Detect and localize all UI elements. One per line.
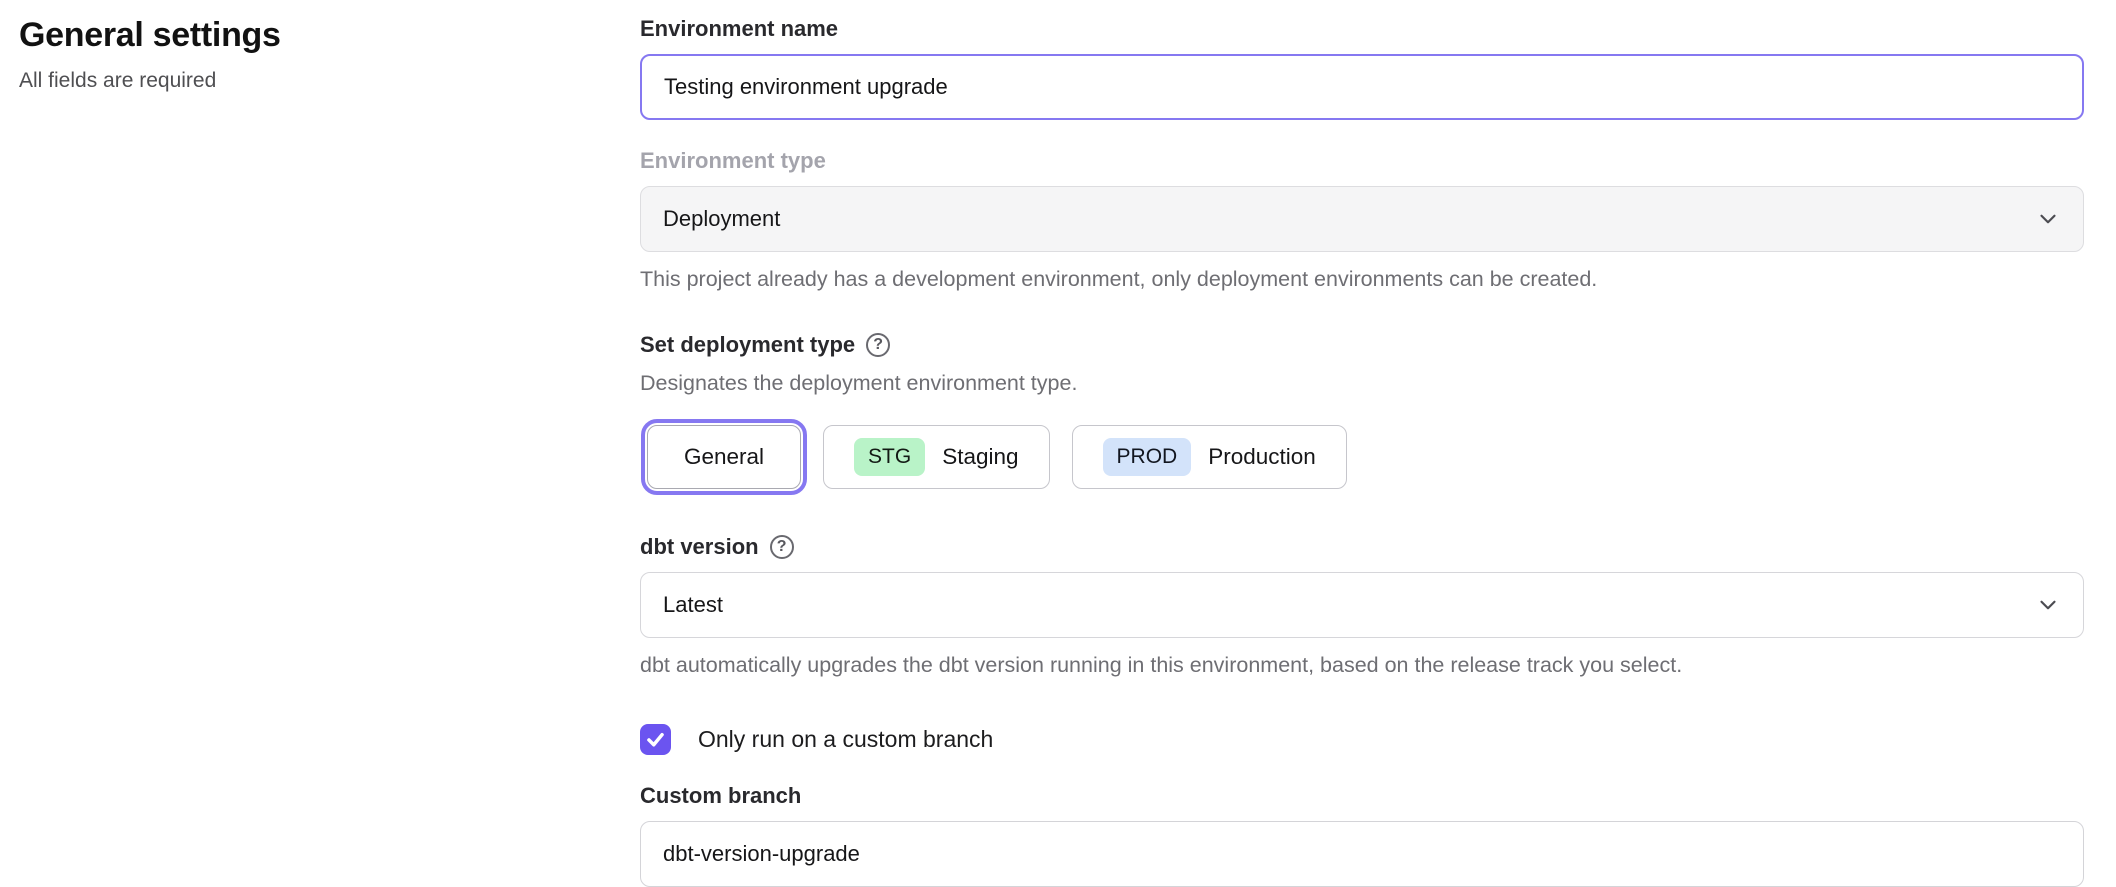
deployment-type-production-label: Production: [1208, 444, 1316, 470]
chevron-down-icon: [2035, 592, 2061, 618]
deployment-type-staging-label: Staging: [942, 444, 1018, 470]
custom-branch-checkbox[interactable]: [640, 724, 671, 755]
custom-branch-checkbox-row: Only run on a custom branch: [640, 724, 2084, 755]
deployment-type-label: Set deployment type: [640, 332, 855, 358]
page-title: General settings: [19, 16, 579, 55]
dbt-version-label: dbt version: [640, 534, 759, 560]
staging-badge: STG: [854, 438, 925, 476]
page-subtitle: All fields are required: [19, 69, 579, 93]
environment-name-label: Environment name: [640, 16, 2084, 42]
settings-header: General settings All fields are required: [19, 16, 579, 93]
production-badge: PROD: [1103, 438, 1192, 476]
environment-type-label: Environment type: [640, 148, 2084, 174]
help-icon[interactable]: ?: [866, 333, 890, 357]
dbt-version-value: Latest: [663, 592, 2035, 618]
chevron-down-icon: [2035, 206, 2061, 232]
deployment-type-general-label: General: [684, 444, 764, 470]
deployment-type-description: Designates the deployment environment ty…: [640, 370, 2084, 398]
dbt-version-select[interactable]: Latest: [640, 572, 2084, 638]
deployment-type-general-button[interactable]: General: [647, 425, 801, 489]
environment-settings-form: Environment name Environment type Deploy…: [640, 16, 2084, 887]
deployment-type-options: General STG Staging PROD Production: [640, 418, 2084, 496]
custom-branch-label: Custom branch: [640, 783, 2084, 809]
environment-type-helper: This project already has a development e…: [640, 266, 2084, 294]
deployment-type-staging-button[interactable]: STG Staging: [823, 425, 1049, 489]
custom-branch-input[interactable]: [640, 821, 2084, 887]
environment-name-input[interactable]: [640, 54, 2084, 120]
help-icon[interactable]: ?: [770, 535, 794, 559]
checkmark-icon: [645, 729, 666, 750]
deployment-type-production-button[interactable]: PROD Production: [1072, 425, 1347, 489]
dbt-version-helper: dbt automatically upgrades the dbt versi…: [640, 652, 2084, 680]
custom-branch-checkbox-label[interactable]: Only run on a custom branch: [698, 726, 993, 753]
environment-type-value: Deployment: [663, 206, 2035, 232]
environment-type-select[interactable]: Deployment: [640, 186, 2084, 252]
